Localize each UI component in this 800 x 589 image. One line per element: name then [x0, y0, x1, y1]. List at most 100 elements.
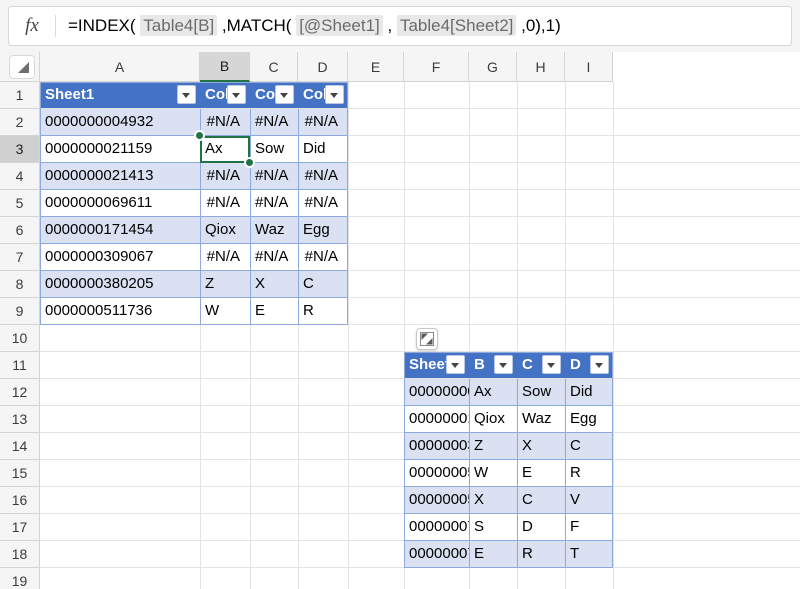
table-cell[interactable]: C	[565, 433, 613, 460]
table-cell[interactable]: Did	[565, 379, 613, 406]
table-cell[interactable]: D	[517, 514, 565, 541]
table-cell[interactable]: X	[469, 487, 517, 514]
row-header-11[interactable]: 11	[0, 352, 40, 379]
table-cell[interactable]: Ax	[469, 379, 517, 406]
table-cell[interactable]: Qiox	[200, 217, 250, 244]
row-header-7[interactable]: 7	[0, 244, 40, 271]
select-all-corner[interactable]	[0, 52, 40, 82]
table-cell[interactable]: #N/A	[250, 163, 298, 190]
table-cell[interactable]: 0000000556477	[404, 487, 469, 514]
table-cell[interactable]: Egg	[298, 217, 348, 244]
row-header-12[interactable]: 12	[0, 379, 40, 406]
table-column-header[interactable]: Sheet1	[40, 82, 200, 108]
column-header-h[interactable]: H	[517, 52, 565, 82]
table-cell[interactable]: W	[469, 460, 517, 487]
table-cell[interactable]: E	[517, 460, 565, 487]
row-header-18[interactable]: 18	[0, 541, 40, 568]
column-header-d[interactable]: D	[298, 52, 348, 82]
table-cell[interactable]: #N/A	[250, 190, 298, 217]
select-all-triangle-icon[interactable]	[9, 55, 35, 79]
table-cell[interactable]: 0000000171454	[40, 217, 200, 244]
table-cell[interactable]: W	[200, 298, 250, 325]
table-cell[interactable]: #N/A	[298, 109, 348, 136]
row-header-5[interactable]: 5	[0, 190, 40, 217]
table-cell[interactable]: 0000000069611	[40, 190, 200, 217]
table-cell[interactable]: #N/A	[250, 244, 298, 271]
selection-handle-bottom-right[interactable]	[244, 157, 255, 168]
row-header-9[interactable]: 9	[0, 298, 40, 325]
table-cell[interactable]: V	[565, 487, 613, 514]
table-cell[interactable]: R	[298, 298, 348, 325]
table-cell[interactable]: #N/A	[298, 244, 348, 271]
row-header-17[interactable]: 17	[0, 514, 40, 541]
filter-dropdown-icon[interactable]	[177, 85, 196, 104]
filter-dropdown-icon[interactable]	[275, 85, 294, 104]
table-cell[interactable]: #N/A	[298, 163, 348, 190]
table-cell[interactable]: 0000000511736	[40, 298, 200, 325]
table-cell[interactable]: Egg	[565, 406, 613, 433]
column-header-c[interactable]: C	[250, 52, 298, 82]
quick-analysis-icon[interactable]	[416, 328, 438, 350]
table-cell[interactable]: 0000000309067	[40, 244, 200, 271]
row-header-19[interactable]: 19	[0, 568, 40, 589]
table-cell[interactable]: #N/A	[200, 109, 250, 136]
column-header-f[interactable]: F	[404, 52, 469, 82]
table-cell[interactable]: #N/A	[200, 190, 250, 217]
column-header-g[interactable]: G	[469, 52, 517, 82]
table-cell[interactable]: 0000000021413	[40, 163, 200, 190]
table-cell[interactable]: 0000000730676	[404, 514, 469, 541]
selection-handle-top-left[interactable]	[194, 130, 205, 141]
table-cell[interactable]: #N/A	[250, 109, 298, 136]
table-cell[interactable]: 0000000004932	[40, 109, 200, 136]
formula-bar-container[interactable]: fx =INDEX( Table4[B] ,MATCH( [@Sheet1] ,…	[8, 6, 792, 46]
table-cell[interactable]: C	[298, 271, 348, 298]
filter-dropdown-icon[interactable]	[325, 85, 344, 104]
table-cell[interactable]: Z	[469, 433, 517, 460]
table-cell[interactable]: 0000000021159	[404, 379, 469, 406]
filter-dropdown-icon[interactable]	[446, 355, 465, 374]
table-cell[interactable]: Qiox	[469, 406, 517, 433]
insert-function-icon[interactable]: fx	[9, 15, 55, 37]
filter-dropdown-icon[interactable]	[590, 355, 609, 374]
table-cell[interactable]: 0000000380205	[40, 271, 200, 298]
row-header-13[interactable]: 13	[0, 406, 40, 433]
table-cell[interactable]: Waz	[517, 406, 565, 433]
spreadsheet-grid[interactable]: ABCDEFGHI 1 2 3 4 5 6 7 8 9 10 11 12 13 14 15 16 17 18 19 …	[0, 52, 800, 589]
table-cell[interactable]: X	[517, 433, 565, 460]
table-cell[interactable]: #N/A	[200, 163, 250, 190]
filter-dropdown-icon[interactable]	[494, 355, 513, 374]
column-header-e[interactable]: E	[348, 52, 404, 82]
table-cell[interactable]: C	[517, 487, 565, 514]
row-header-16[interactable]: 16	[0, 487, 40, 514]
table-cell[interactable]: E	[469, 541, 517, 568]
table-cell[interactable]: R	[565, 460, 613, 487]
table-cell[interactable]: Did	[298, 136, 348, 163]
row-header-15[interactable]: 15	[0, 460, 40, 487]
filter-dropdown-icon[interactable]	[227, 85, 246, 104]
table-cell[interactable]: Waz	[250, 217, 298, 244]
column-header-i[interactable]: I	[565, 52, 613, 82]
table-cell[interactable]: 0000000171454	[404, 406, 469, 433]
formula-input[interactable]: =INDEX( Table4[B] ,MATCH( [@Sheet1] , Ta…	[56, 15, 791, 37]
column-header-a[interactable]: A	[40, 52, 200, 82]
row-header-3[interactable]: 3	[0, 136, 40, 163]
row-header-14[interactable]: 14	[0, 433, 40, 460]
table-cell[interactable]: X	[250, 271, 298, 298]
filter-dropdown-icon[interactable]	[542, 355, 561, 374]
table-cell[interactable]: Z	[200, 271, 250, 298]
table-cell[interactable]: T	[565, 541, 613, 568]
row-header-2[interactable]: 2	[0, 109, 40, 136]
table-cell[interactable]: #N/A	[298, 190, 348, 217]
table-cell[interactable]: 0000000021159	[40, 136, 200, 163]
table-cell[interactable]: Sow	[250, 136, 298, 163]
table-cell[interactable]: 0000000511736	[404, 460, 469, 487]
table-cell[interactable]: F	[565, 514, 613, 541]
row-header-4[interactable]: 4	[0, 163, 40, 190]
row-header-10[interactable]: 10	[0, 325, 40, 352]
row-header-6[interactable]: 6	[0, 217, 40, 244]
table-cell[interactable]: 0000000737373	[404, 541, 469, 568]
table-cell[interactable]: #N/A	[200, 244, 250, 271]
table-cell[interactable]: E	[250, 298, 298, 325]
table-cell[interactable]: 0000000380205	[404, 433, 469, 460]
table-cell[interactable]: Ax	[200, 136, 250, 163]
